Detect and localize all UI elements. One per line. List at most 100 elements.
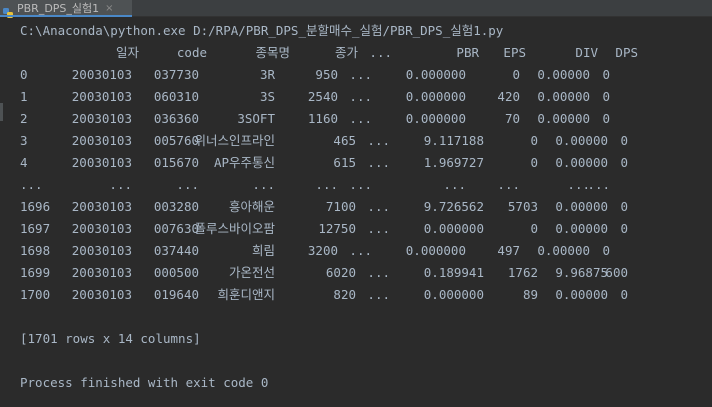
row-cell: ... (349, 111, 372, 126)
row-cell: ... (443, 177, 466, 192)
row-cell: 015670 (153, 155, 199, 170)
table-row: 3 20030103 005760 위너스인프라인 465... 9.117188 0 0.0… (20, 130, 700, 152)
run-tab[interactable]: PBR_DPS_실험1 × (0, 0, 132, 18)
column-header: PBR (456, 45, 479, 60)
row-cell: 950 (315, 67, 338, 82)
column-header: 종목명 (255, 45, 290, 60)
row-index: 2 (20, 111, 28, 126)
row-cell: 0.000000 (405, 89, 466, 104)
row-cell: AP우주통신 (213, 155, 275, 170)
table-header: 일자 code 종목명 종가... PBR EPS DIV DPS (20, 42, 700, 64)
row-cell: 0 (602, 67, 610, 82)
python-file-icon (3, 3, 13, 18)
row-cell: 820 (333, 287, 356, 302)
row-cell: 0.00000 (537, 89, 590, 104)
row-cell: 1.969727 (423, 155, 484, 170)
row-cell: 0.00000 (555, 133, 608, 148)
summary-line: [1701 rows x 14 columns] (20, 331, 201, 346)
table-row: 1696 20030103 003280 흥아해운 7100... 9.726562 570… (20, 196, 700, 218)
row-cell: 0 (602, 111, 610, 126)
row-cell: 0.00000 (555, 221, 608, 236)
row-cell: ... (367, 155, 390, 170)
row-index: 1700 (20, 287, 51, 302)
table-row: 4 20030103 015670 AP우주통신 615... 1.969727 0 0.00… (20, 152, 700, 174)
row-cell: ... (367, 199, 390, 214)
row-index: 1698 (20, 243, 51, 258)
row-cell: ... (349, 243, 372, 258)
row-cell: 1160 (307, 111, 338, 126)
row-cell: 420 (497, 89, 520, 104)
row-cell: 희림 (251, 243, 275, 258)
row-cell: 0 (620, 287, 628, 302)
close-icon[interactable]: × (105, 3, 113, 14)
column-header: code (176, 45, 207, 60)
row-cell: 0 (530, 221, 538, 236)
row-cell: 0.00000 (537, 111, 590, 126)
row-cell: ... (349, 177, 372, 192)
row-cell: ... (367, 133, 390, 148)
table-row: 1700 20030103 019640 희훈디앤지 820... 0.000000 89 0… (20, 284, 700, 306)
row-cell: ... (497, 177, 520, 192)
row-index: ... (20, 177, 43, 192)
column-header: EPS (503, 45, 526, 60)
row-cell: 003280 (153, 199, 199, 214)
row-index: 1697 (20, 221, 51, 236)
row-cell: 615 (333, 155, 356, 170)
row-cell: 005760 (153, 133, 199, 148)
row-cell: 20030103 (71, 89, 132, 104)
run-tab-bar: PBR_DPS_실험1 × (0, 0, 712, 18)
row-cell: 0.00000 (537, 243, 590, 258)
console-output[interactable]: C:\Anaconda\python.exe D:/RPA/PBR_DPS_분할… (0, 17, 712, 407)
command-line: C:\Anaconda\python.exe D:/RPA/PBR_DPS_분할… (20, 23, 504, 38)
row-cell: 060310 (153, 89, 199, 104)
column-header: DPS (615, 45, 638, 60)
row-cell: ... (367, 287, 390, 302)
row-cell: ... (367, 265, 390, 280)
row-cell: 0.000000 (423, 287, 484, 302)
column-header: 종가 (334, 45, 358, 60)
table-row: 1698 20030103 037440 희림 3200... 0.000000 497 0.… (20, 240, 700, 262)
table-row: 2 20030103 036360 3SOFT 1160... 0.000000 70 0.0… (20, 108, 700, 130)
table-row: 1697 20030103 007630 폴루스바이오팜 12750... 0.00000… (20, 218, 700, 240)
row-cell: 007630 (153, 221, 199, 236)
row-cell: 20030103 (71, 287, 132, 302)
row-cell: ... (109, 177, 132, 192)
row-cell: 20030103 (71, 67, 132, 82)
row-cell: 3S (259, 89, 275, 104)
row-cell: 위너스인프라인 (194, 133, 275, 148)
row-cell: 흥아해운 (228, 199, 275, 214)
row-cell: 9.96875 (555, 265, 608, 280)
row-cell: 0 (530, 155, 538, 170)
row-cell: 0.189941 (423, 265, 484, 280)
row-cell: 0 (602, 89, 610, 104)
row-index: 1 (20, 89, 28, 104)
row-index: 4 (20, 155, 28, 170)
row-cell: 0.00000 (555, 287, 608, 302)
row-cell: 037440 (153, 243, 199, 258)
row-cell: 89 (522, 287, 538, 302)
row-cell: 0.000000 (405, 111, 466, 126)
row-cell: 0 (620, 133, 628, 148)
run-tab-label: PBR_DPS_실험1 (17, 2, 100, 15)
row-cell: 1762 (507, 265, 538, 280)
row-cell: 3R (259, 67, 275, 82)
row-cell: 5703 (507, 199, 538, 214)
row-cell: 가온전선 (228, 265, 275, 280)
row-cell: 0.00000 (555, 199, 608, 214)
row-cell: 3SOFT (237, 111, 275, 126)
run-console-window: PBR_DPS_실험1 × C:\Anaconda\python.exe D:/… (0, 0, 712, 407)
row-cell: 037730 (153, 67, 199, 82)
row-cell: 0 (620, 221, 628, 236)
row-index: 1699 (20, 265, 51, 280)
row-cell: 0.00000 (537, 67, 590, 82)
table-row: .............................. (20, 174, 700, 196)
row-cell: ... (587, 177, 610, 192)
row-cell: 폴루스바이오팜 (194, 221, 275, 236)
table-row: 0 20030103 037730 3R 950... 0.000000 0 0.00000 0 (20, 64, 700, 86)
row-cell: 6020 (325, 265, 356, 280)
column-header: 일자 (115, 45, 139, 60)
row-cell: 0 (620, 155, 628, 170)
row-cell: 497 (497, 243, 520, 258)
row-cell: 0 (530, 133, 538, 148)
row-cell: 3200 (307, 243, 338, 258)
